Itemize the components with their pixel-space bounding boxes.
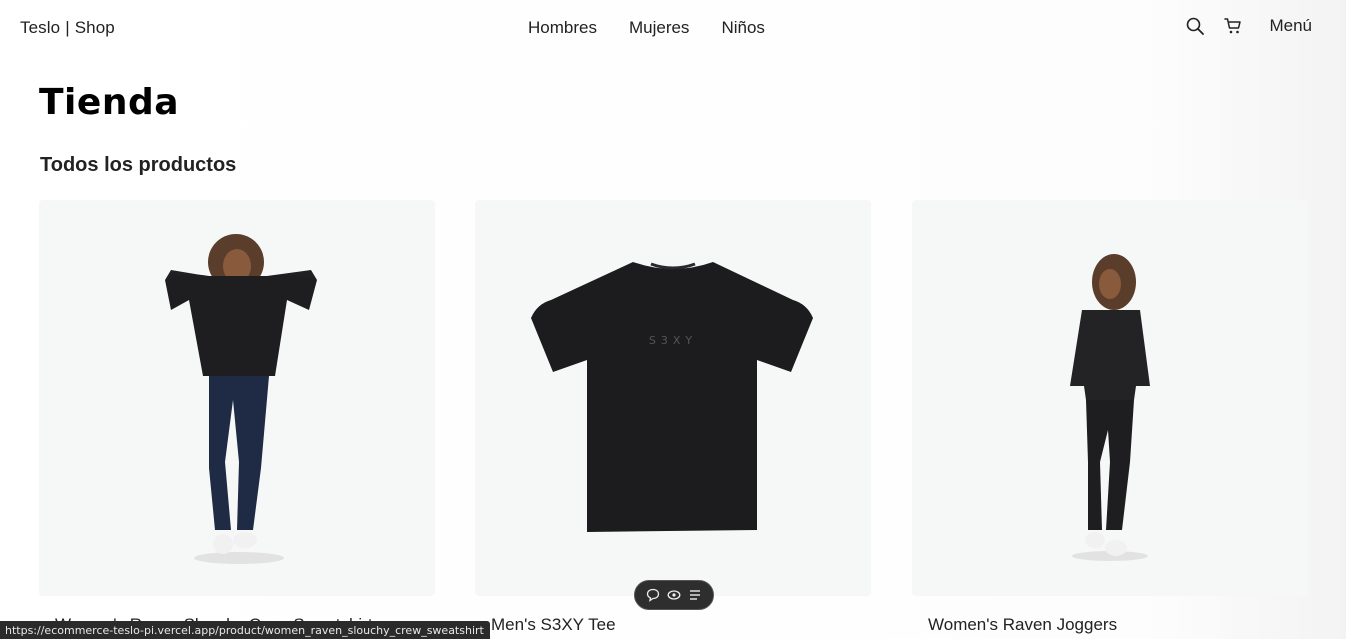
product-card[interactable]: Women's Raven Joggers	[912, 200, 1308, 634]
product-image[interactable]: S3XY	[475, 200, 871, 596]
tee-print: S3XY	[649, 334, 697, 347]
nav-link-mujeres[interactable]: Mujeres	[629, 18, 689, 38]
product-image[interactable]	[912, 200, 1308, 596]
category-nav: Hombres Mujeres Niños	[528, 18, 765, 38]
brand-suffix: Shop	[74, 18, 115, 37]
menu-button[interactable]: Menú	[1269, 16, 1312, 36]
product-title[interactable]: Men's S3XY Tee	[491, 615, 616, 635]
comment-icon[interactable]	[645, 587, 661, 603]
product-card[interactable]: Women's Raven Slouchy Crew Sweatshirt	[39, 200, 435, 634]
product-title[interactable]: Women's Raven Joggers	[928, 615, 1117, 635]
top-navbar: Teslo | Shop Hombres Mujeres Niños Menú	[0, 0, 1346, 56]
eye-icon[interactable]	[666, 587, 682, 603]
status-bar-url: https://ecommerce-teslo-pi.vercel.app/pr…	[0, 621, 490, 639]
nav-link-ninos[interactable]: Niños	[721, 18, 764, 38]
product-image[interactable]	[39, 200, 435, 596]
brand-separator: |	[65, 18, 70, 37]
search-icon[interactable]	[1185, 16, 1205, 36]
brand-logo[interactable]: Teslo | Shop	[20, 18, 115, 38]
cart-icon[interactable]	[1223, 16, 1243, 36]
product-card[interactable]: S3XY Men's S3XY Tee	[475, 200, 871, 634]
nav-link-hombres[interactable]: Hombres	[528, 18, 597, 38]
page-title: Tienda	[39, 82, 180, 123]
header-tools: Menú	[1185, 16, 1312, 36]
brand-name: Teslo	[20, 18, 61, 37]
floating-toolbar	[634, 580, 714, 610]
list-icon[interactable]	[687, 587, 703, 603]
page-subtitle: Todos los productos	[40, 154, 237, 176]
